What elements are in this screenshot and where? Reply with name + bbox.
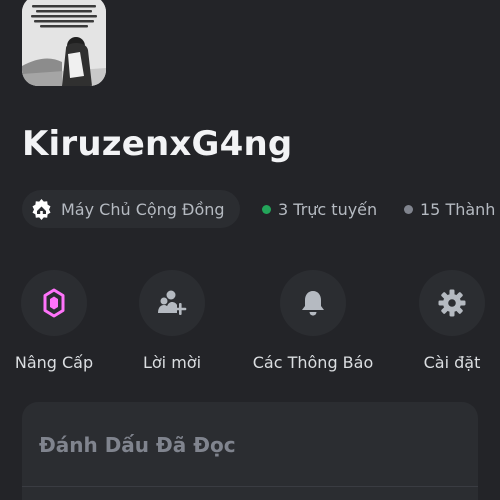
settings-circle[interactable] [419, 270, 485, 336]
community-badge-label: Máy Chủ Cộng Đồng [61, 199, 225, 219]
community-badge-icon [31, 198, 52, 220]
online-count: 3 Trực tuyến [262, 200, 377, 219]
invite-button[interactable]: Lời mời [107, 270, 237, 372]
notifications-circle[interactable] [280, 270, 346, 336]
menu-divider [22, 486, 478, 487]
upgrade-label: Nâng Cấp [14, 353, 94, 372]
mark-read-menu: Đánh Dấu Đã Đọc [22, 402, 478, 500]
notifications-button[interactable]: Các Thông Báo [248, 270, 378, 372]
online-count-label: 3 Trực tuyến [278, 200, 378, 219]
nitro-boost-icon [43, 288, 65, 318]
invite-circle[interactable] [139, 270, 205, 336]
invite-label: Lời mời [142, 353, 202, 372]
member-count: 15 Thành Viên [404, 200, 500, 219]
add-friend-icon [158, 290, 187, 315]
upgrade-circle[interactable] [21, 270, 87, 336]
mark-as-read-item[interactable]: Đánh Dấu Đã Đọc [39, 433, 236, 457]
online-status-icon [262, 205, 271, 214]
upgrade-button[interactable]: Nâng Cấp [0, 270, 119, 372]
server-name: KiruzenxG4ng [22, 124, 293, 164]
community-badge[interactable]: Máy Chủ Cộng Đồng [22, 190, 240, 228]
bell-icon [302, 291, 324, 316]
gear-icon [438, 289, 466, 317]
server-sheet: KiruzenxG4ng Máy Chủ Cộng Đồng 3 Trực tu… [0, 0, 500, 500]
server-avatar-image [22, 0, 106, 86]
member-status-icon [404, 205, 413, 214]
server-avatar[interactable] [22, 0, 106, 86]
member-count-label: 15 Thành Viên [420, 200, 500, 219]
settings-label: Cài đặt [423, 353, 481, 372]
settings-button[interactable]: Cài đặt [387, 270, 500, 372]
notifications-label: Các Thông Báo [252, 353, 374, 372]
